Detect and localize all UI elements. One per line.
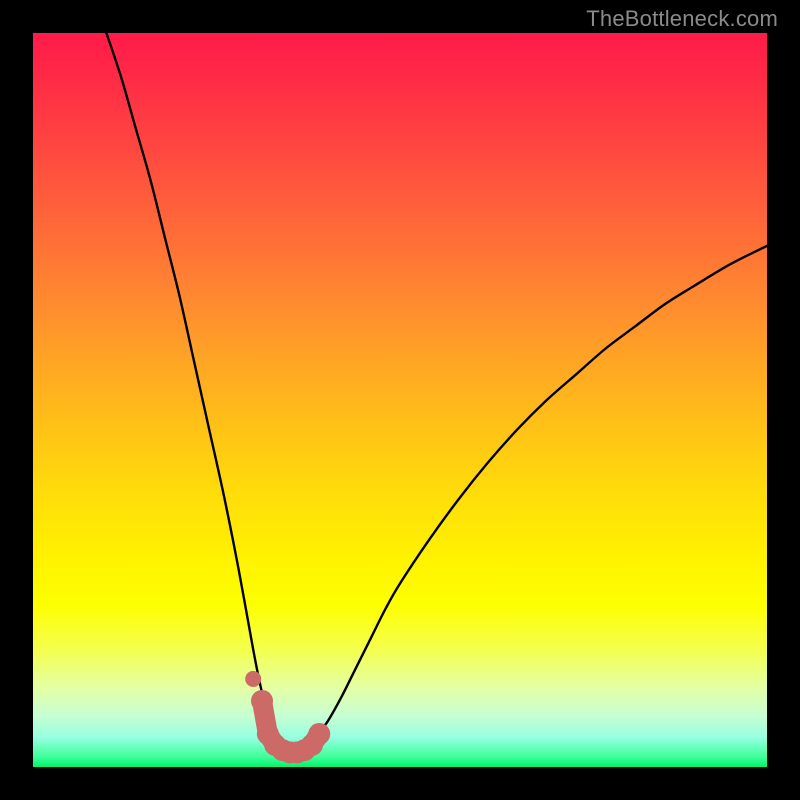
curve-layer xyxy=(33,33,767,767)
plot-area xyxy=(33,33,767,767)
chart-frame: TheBottleneck.com xyxy=(0,0,800,800)
bottleneck-curve xyxy=(106,33,767,753)
attribution-watermark: TheBottleneck.com xyxy=(586,6,778,32)
highlight-marker xyxy=(245,671,330,763)
